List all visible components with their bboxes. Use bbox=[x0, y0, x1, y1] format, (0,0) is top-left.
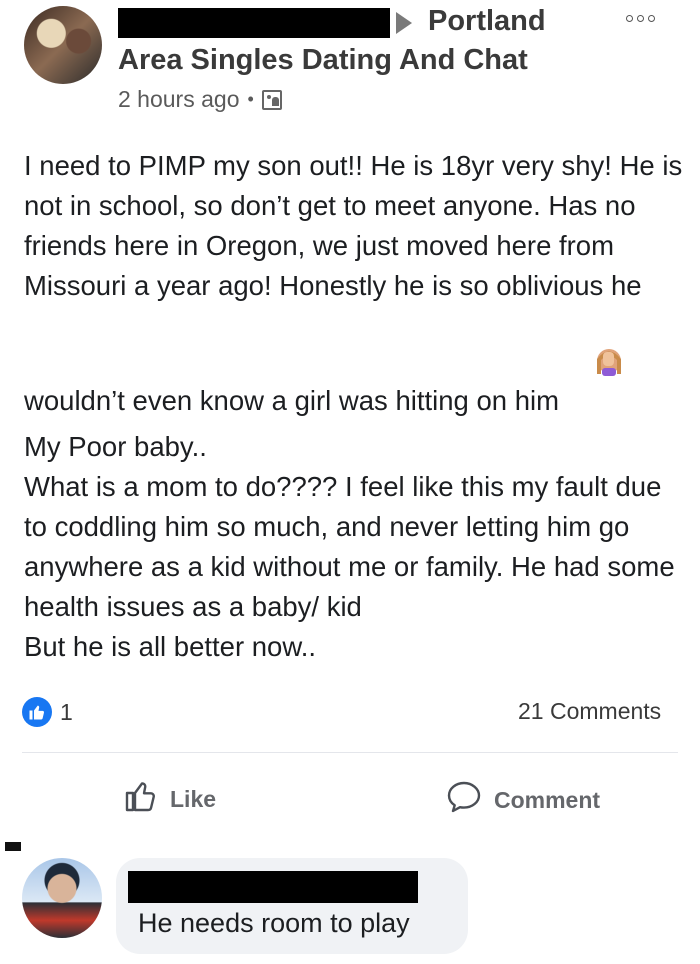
reaction-count: 1 bbox=[60, 698, 73, 725]
author-avatar[interactable] bbox=[24, 6, 102, 84]
post-timestamp[interactable]: 2 hours ago bbox=[118, 86, 239, 113]
post-paragraph: I need to PIMP my son out!! He is 18yr v… bbox=[24, 146, 684, 427]
author-name-redacted bbox=[118, 8, 390, 38]
arrow-right-icon bbox=[396, 12, 412, 34]
more-options-icon[interactable] bbox=[626, 12, 660, 24]
comment-bubble: He needs room to play bbox=[116, 858, 468, 954]
post-meta: 2 hours ago • bbox=[118, 86, 282, 113]
post-paragraph: What is a mom to do???? I feel like this… bbox=[24, 471, 690, 622]
group-city[interactable]: Portland bbox=[428, 5, 546, 38]
like-reaction-icon bbox=[22, 697, 52, 727]
comment-bubble-icon bbox=[446, 780, 482, 820]
divider bbox=[22, 752, 678, 753]
comments-count[interactable]: 21 Comments bbox=[518, 698, 661, 725]
comment-button[interactable]: Comment bbox=[446, 780, 600, 820]
meta-separator: • bbox=[247, 89, 254, 109]
commenter-name-redacted bbox=[128, 871, 418, 903]
facepalm-woman-emoji bbox=[563, 306, 624, 427]
like-label: Like bbox=[170, 785, 217, 812]
like-button[interactable]: Like bbox=[124, 780, 216, 818]
post-paragraph: But he is all better now.. bbox=[24, 631, 316, 662]
thumbs-up-icon bbox=[124, 780, 158, 818]
reply-indicator bbox=[5, 842, 21, 851]
commenter-avatar[interactable] bbox=[22, 858, 102, 938]
post-paragraph: My Poor baby.. bbox=[24, 431, 207, 462]
reactions-summary[interactable]: 1 bbox=[22, 697, 73, 727]
group-name[interactable]: Area Singles Dating And Chat bbox=[118, 44, 528, 77]
group-privacy-icon bbox=[261, 89, 282, 110]
post-body: I need to PIMP my son out!! He is 18yr v… bbox=[24, 146, 684, 667]
comment-text: He needs room to play bbox=[138, 908, 410, 938]
comment-label: Comment bbox=[494, 786, 601, 813]
